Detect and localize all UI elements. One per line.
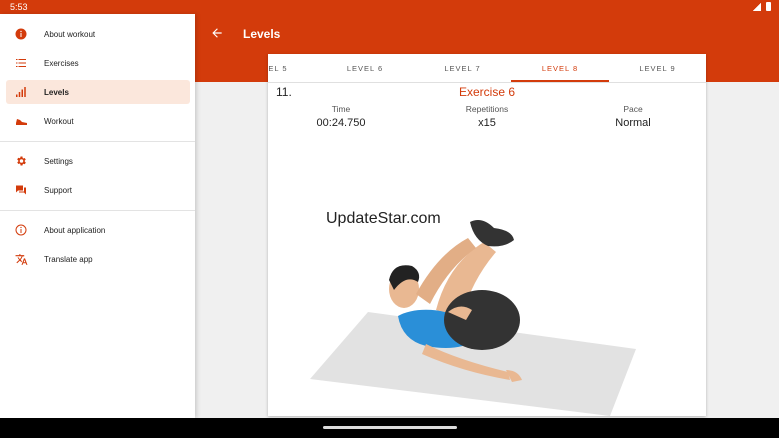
translate-icon: [14, 252, 28, 266]
back-button[interactable]: [209, 26, 225, 42]
tab-level-9[interactable]: LEVEL 9: [609, 54, 706, 82]
nav-item-exercises[interactable]: Exercises: [6, 51, 190, 75]
time-label: Time: [331, 104, 351, 114]
status-icons: [753, 2, 771, 11]
info-icon: [14, 27, 28, 41]
page-title: Levels: [243, 27, 281, 41]
level-card: EL 5 LEVEL 6 LEVEL 7 LEVEL 8 LEVEL 9 Exe…: [268, 54, 706, 416]
watermark-text: UpdateStar.com: [326, 210, 441, 227]
status-bar: 5:53: [0, 0, 779, 14]
nav-item-settings[interactable]: Settings: [6, 149, 190, 173]
navigation-drawer: About workout Exercises Levels Workout S…: [0, 14, 195, 418]
tab-level-7[interactable]: LEVEL 7: [414, 54, 511, 82]
pace-value: Normal: [615, 117, 651, 129]
figure-feet: [470, 220, 514, 247]
nav-item-label: About workout: [44, 29, 96, 39]
nav-item-label: Exercises: [44, 58, 79, 68]
nav-item-translate-app[interactable]: Translate app: [6, 247, 190, 271]
exercise-title: Exercise 6: [458, 85, 516, 99]
bar-chart-icon: [14, 85, 28, 99]
nav-item-support[interactable]: Support: [6, 178, 190, 202]
time-value: 00:24.750: [316, 117, 366, 129]
tab-level-6[interactable]: LEVEL 6: [316, 54, 414, 82]
drawer-divider: [0, 141, 195, 142]
nav-item-label: Levels: [44, 87, 69, 97]
info-outline-icon: [14, 223, 28, 237]
nav-item-label: Translate app: [44, 254, 93, 264]
battery-icon: [766, 2, 771, 11]
nav-item-label: Support: [44, 185, 73, 195]
system-navigation-bar: [0, 418, 779, 438]
time-stat: Time 00:24.750: [281, 104, 401, 129]
home-gesture-handle[interactable]: [323, 426, 457, 429]
status-time: 5:53: [10, 2, 28, 12]
list-icon: [14, 56, 28, 70]
repetitions-label: Repetitions: [465, 104, 509, 114]
chat-icon: [14, 183, 28, 197]
nav-item-levels[interactable]: Levels: [6, 80, 190, 104]
gear-icon: [14, 154, 28, 168]
nav-item-label: About application: [44, 225, 106, 235]
repetitions-value: x15: [478, 117, 496, 129]
tab-level-8[interactable]: LEVEL 8: [511, 54, 609, 82]
repetitions-stat: Repetitions x15: [427, 104, 547, 129]
pace-label: Pace: [623, 104, 643, 114]
nav-item-workout[interactable]: Workout: [6, 109, 190, 133]
exercise-number: 11.: [276, 85, 292, 99]
signal-icon: [753, 2, 761, 11]
nav-item-about-application[interactable]: About application: [6, 218, 190, 242]
pace-stat: Pace Normal: [573, 104, 693, 129]
drawer-divider: [0, 210, 195, 211]
nav-item-about-workout[interactable]: About workout: [6, 22, 190, 46]
arrow-back-icon: [212, 28, 222, 38]
tab-level-5[interactable]: EL 5: [268, 54, 308, 82]
sneaker-icon: [14, 114, 28, 128]
level-tabs: EL 5 LEVEL 6 LEVEL 7 LEVEL 8 LEVEL 9: [268, 54, 706, 83]
nav-item-label: Settings: [44, 156, 73, 166]
figure-shorts: [444, 290, 520, 350]
nav-item-label: Workout: [44, 116, 74, 126]
